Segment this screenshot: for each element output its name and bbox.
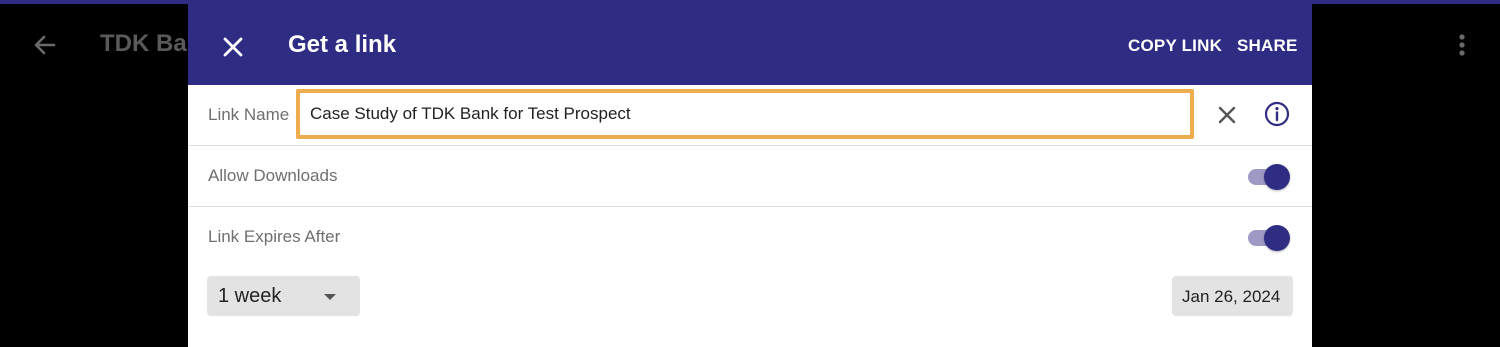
- link-name-row: Link Name: [188, 85, 1312, 146]
- link-expires-label: Link Expires After: [208, 227, 341, 246]
- background-app-title: TDK Bar: [100, 30, 197, 57]
- share-button[interactable]: SHARE: [1237, 36, 1298, 56]
- arrow-left-icon[interactable]: [30, 30, 60, 60]
- expiry-duration-select[interactable]: 1 week: [207, 276, 360, 316]
- allow-downloads-toggle[interactable]: [1248, 163, 1290, 191]
- toggle-knob: [1264, 225, 1290, 251]
- caret-down-icon: [324, 294, 336, 300]
- allow-downloads-label: Allow Downloads: [208, 166, 338, 185]
- info-icon[interactable]: [1263, 100, 1291, 128]
- close-icon[interactable]: [216, 30, 250, 64]
- link-name-label: Link Name: [208, 105, 290, 124]
- get-link-dialog: Get a link COPY LINK SHARE Link Name All…: [188, 4, 1312, 347]
- expiry-date-button[interactable]: Jan 26, 2024: [1172, 276, 1293, 316]
- allow-downloads-row: Allow Downloads: [188, 146, 1312, 207]
- copy-link-button[interactable]: COPY LINK: [1128, 36, 1222, 56]
- dialog-title: Get a link: [288, 31, 397, 58]
- dialog-header: Get a link COPY LINK SHARE: [188, 4, 1312, 85]
- link-expires-row: Link Expires After: [188, 207, 1312, 268]
- expiry-duration-value: 1 week: [218, 285, 282, 307]
- link-name-input[interactable]: [310, 101, 1170, 127]
- link-expires-toggle[interactable]: [1248, 224, 1290, 252]
- toggle-knob: [1264, 164, 1290, 190]
- link-name-field[interactable]: [296, 89, 1194, 139]
- more-vertical-icon[interactable]: [1452, 30, 1472, 60]
- expiry-date-value: Jan 26, 2024: [1182, 287, 1281, 306]
- clear-icon[interactable]: [1214, 102, 1240, 128]
